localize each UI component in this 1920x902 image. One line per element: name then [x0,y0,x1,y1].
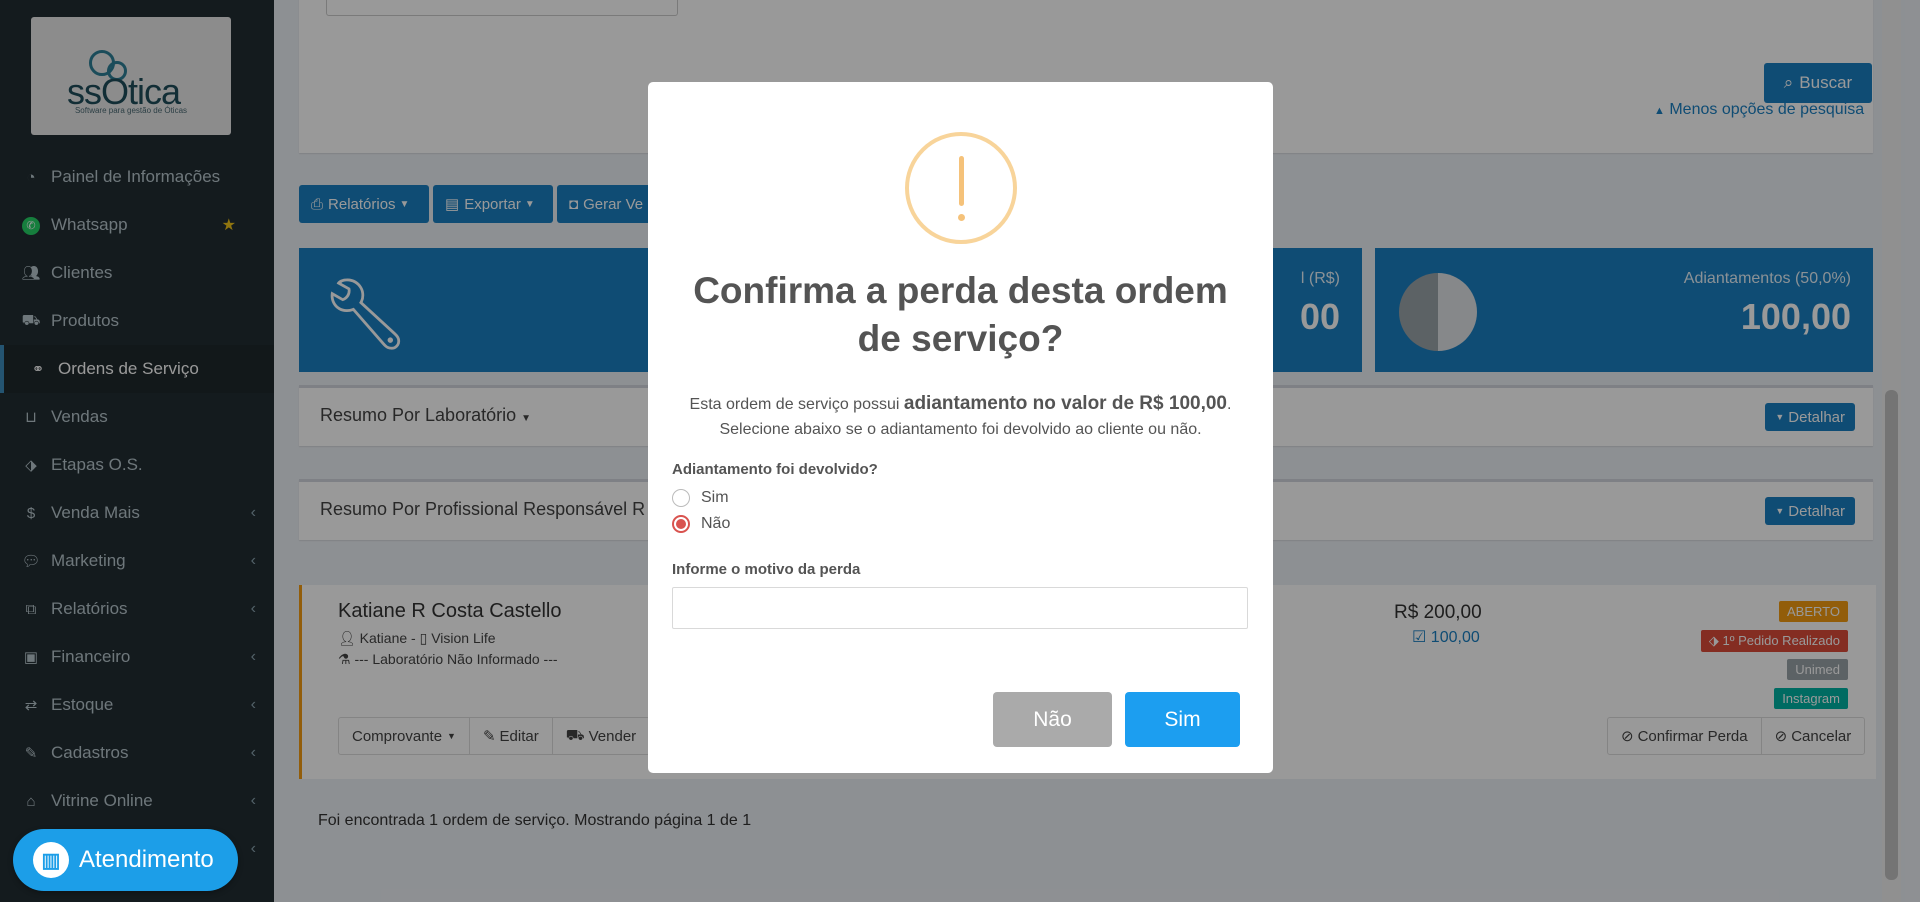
confirm-loss-dialog: Confirma a perda desta ordem de serviço?… [648,82,1273,773]
desc-prefix: Esta ordem de serviço possui [689,396,904,413]
radio-option-sim[interactable]: Sim [672,489,729,507]
radio-nao-label: Não [701,515,731,532]
motivo-input[interactable] [672,587,1248,629]
atendimento-button[interactable]: ▥ Atendimento [13,829,238,891]
radio-sim-label: Sim [701,489,729,506]
dialog-description: Esta ordem de serviço possui adiantament… [668,391,1253,442]
warning-icon [905,132,1017,244]
desc-suffix: . [1227,396,1232,413]
dialog-title: Confirma a perda desta ordem de serviço? [693,270,1228,359]
motivo-label: Informe o motivo da perda [672,561,861,578]
radio-option-nao[interactable]: Não [672,515,730,533]
book-icon: ▥ [33,842,69,878]
desc-line2: Selecione abaixo se o adiantamento foi d… [719,421,1202,438]
atendimento-label: Atendimento [79,846,214,873]
desc-amount: adiantamento no valor de R$ 100,00 [903,393,1227,414]
warning-icon-dot [958,214,965,221]
adiantamento-question-label: Adiantamento foi devolvido? [672,461,878,478]
radio-sim[interactable] [672,489,690,507]
warning-icon-line [959,156,964,206]
dialog-sim-button[interactable]: Sim [1125,692,1240,747]
radio-nao[interactable] [672,515,690,533]
dialog-nao-button[interactable]: Não [993,692,1112,747]
